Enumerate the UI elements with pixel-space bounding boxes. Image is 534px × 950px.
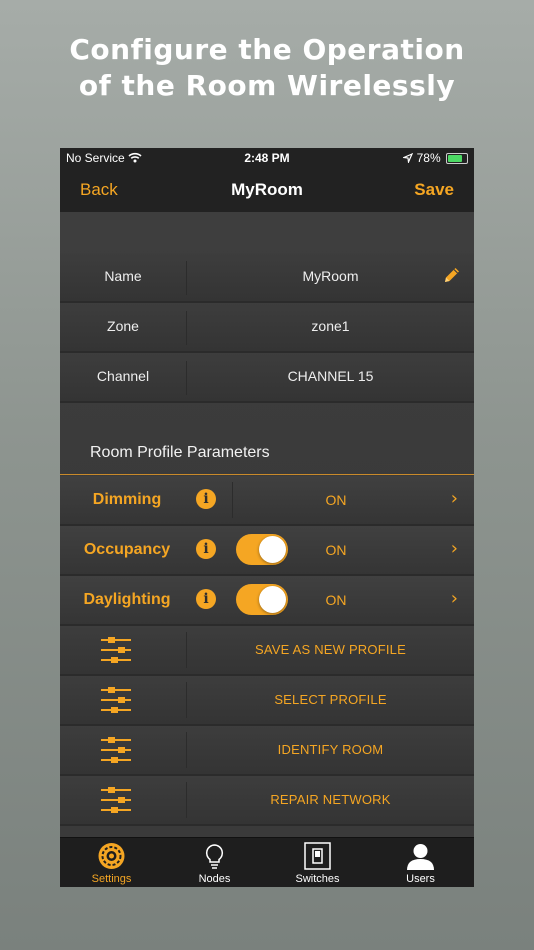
phone-screen: No Service 2:48 PM 78% Back MyRoom Save … bbox=[60, 148, 474, 887]
zone-value[interactable]: zone1 bbox=[187, 318, 474, 334]
param-row-dimming[interactable]: Dimming i ON › bbox=[60, 476, 474, 526]
promo-headline-line2: of the Room Wirelessly bbox=[78, 69, 456, 102]
toggle-knob bbox=[259, 586, 286, 613]
action-label: IDENTIFY ROOM bbox=[277, 742, 384, 757]
occupancy-toggle[interactable] bbox=[236, 534, 288, 565]
name-label: Name bbox=[104, 268, 142, 284]
sliders-icon bbox=[100, 735, 132, 770]
param-value-occupancy: ON bbox=[325, 542, 347, 558]
tab-users[interactable]: Users bbox=[369, 838, 472, 887]
tab-settings[interactable]: Settings bbox=[60, 838, 163, 887]
action-label: REPAIR NETWORK bbox=[270, 792, 391, 807]
status-bar-right: 78% bbox=[402, 151, 468, 165]
tab-label: Settings bbox=[91, 873, 132, 885]
battery-fill bbox=[448, 155, 462, 163]
channel-field-row[interactable]: Channel CHANNEL 15 bbox=[60, 353, 474, 403]
param-row-occupancy[interactable]: Occupancy i ON › bbox=[60, 526, 474, 576]
param-row-daylighting[interactable]: Daylighting i ON › bbox=[60, 576, 474, 626]
sliders-icon bbox=[100, 635, 132, 670]
settings-gear-icon bbox=[60, 842, 163, 870]
location-arrow-icon bbox=[402, 151, 416, 165]
section-title: Room Profile Parameters bbox=[90, 444, 270, 461]
param-label-daylighting: Daylighting bbox=[83, 591, 171, 608]
param-value-dimming: ON bbox=[325, 492, 347, 508]
action-label: SELECT PROFILE bbox=[274, 692, 387, 707]
page-title: MyRoom bbox=[231, 180, 303, 199]
info-icon[interactable]: i bbox=[196, 489, 216, 509]
channel-label: Channel bbox=[96, 368, 150, 384]
name-field-row[interactable]: Name MyRoom bbox=[60, 253, 474, 303]
tab-nodes[interactable]: Nodes bbox=[163, 838, 266, 887]
pencil-edit-icon[interactable] bbox=[442, 265, 462, 290]
info-icon[interactable]: i bbox=[196, 589, 216, 609]
param-label-occupancy: Occupancy bbox=[83, 541, 171, 558]
zone-field-row[interactable]: Zone zone1 bbox=[60, 303, 474, 353]
zone-label: Zone bbox=[107, 318, 139, 334]
battery-icon bbox=[446, 153, 468, 165]
promo-headline-line1: Configure the Operation bbox=[69, 33, 465, 66]
promo-headline: Configure the Operation of the Room Wire… bbox=[0, 32, 534, 104]
save-as-new-profile-button[interactable]: SAVE AS NEW PROFILE bbox=[60, 626, 474, 676]
name-value[interactable]: MyRoom bbox=[187, 268, 474, 284]
chevron-right-icon[interactable]: › bbox=[451, 588, 458, 609]
tab-switches[interactable]: Switches bbox=[266, 838, 369, 887]
room-settings-content: Name MyRoom Zone zone1 Channel CHANNEL 1… bbox=[60, 212, 474, 826]
section-divider bbox=[60, 474, 474, 475]
tab-bar: Settings Nodes Switches Users bbox=[60, 837, 474, 887]
promo-frame: Configure the Operation of the Room Wire… bbox=[0, 0, 534, 950]
sliders-icon bbox=[100, 785, 132, 820]
action-label: SAVE AS NEW PROFILE bbox=[255, 642, 406, 657]
identify-room-button[interactable]: IDENTIFY ROOM bbox=[60, 726, 474, 776]
chevron-right-icon[interactable]: › bbox=[451, 538, 458, 559]
chevron-right-icon[interactable]: › bbox=[451, 488, 458, 509]
channel-value[interactable]: CHANNEL 15 bbox=[187, 368, 474, 384]
tab-label: Users bbox=[406, 873, 435, 885]
lightbulb-icon bbox=[163, 842, 266, 870]
select-profile-button[interactable]: SELECT PROFILE bbox=[60, 676, 474, 726]
toggle-knob bbox=[259, 536, 286, 563]
param-value-daylighting: ON bbox=[325, 592, 347, 608]
tab-label: Nodes bbox=[198, 873, 231, 885]
repair-network-button[interactable]: REPAIR NETWORK bbox=[60, 776, 474, 826]
tab-label: Switches bbox=[295, 873, 340, 885]
status-bar: No Service 2:48 PM 78% bbox=[60, 148, 474, 168]
save-button[interactable]: Save bbox=[414, 180, 454, 200]
battery-percent: 78% bbox=[416, 151, 441, 165]
user-icon bbox=[369, 842, 472, 870]
info-icon[interactable]: i bbox=[196, 539, 216, 559]
param-label-dimming: Dimming bbox=[92, 491, 162, 508]
navigation-bar: Back MyRoom Save bbox=[60, 168, 474, 212]
divider bbox=[232, 482, 233, 518]
switch-icon bbox=[266, 842, 369, 870]
sliders-icon bbox=[100, 685, 132, 720]
daylighting-toggle[interactable] bbox=[236, 584, 288, 615]
